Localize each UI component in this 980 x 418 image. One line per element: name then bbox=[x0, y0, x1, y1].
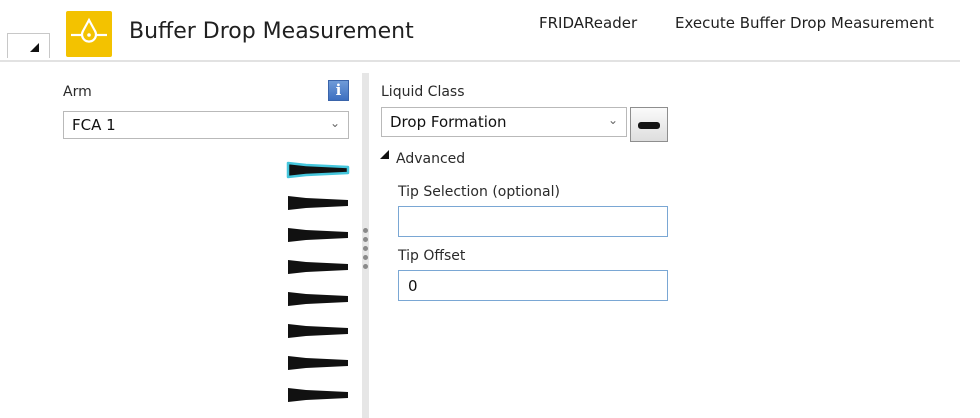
splitter-grip-dot bbox=[363, 255, 368, 260]
tip-1[interactable] bbox=[286, 160, 350, 180]
tip-3[interactable] bbox=[286, 225, 350, 245]
drop-measurement-icon bbox=[66, 11, 112, 57]
page-title: Buffer Drop Measurement bbox=[129, 19, 414, 44]
tip-8[interactable] bbox=[286, 385, 350, 405]
tip-selection-input[interactable] bbox=[398, 206, 668, 237]
collapse-triangle-icon bbox=[30, 43, 39, 52]
splitter-grip-dot bbox=[363, 228, 368, 233]
tip-6[interactable] bbox=[286, 321, 350, 341]
tip-7[interactable] bbox=[286, 353, 350, 373]
tip-offset-input[interactable] bbox=[398, 270, 668, 301]
advanced-label[interactable]: Advanced bbox=[396, 151, 465, 167]
chevron-down-icon: ⌄ bbox=[329, 116, 340, 130]
header-divider bbox=[0, 60, 960, 62]
advanced-expander-icon[interactable] bbox=[380, 150, 389, 159]
breadcrumb-execute-measurement[interactable]: Execute Buffer Drop Measurement bbox=[675, 14, 934, 32]
arm-select-value: FCA 1 bbox=[72, 116, 116, 134]
tip-icon bbox=[638, 122, 660, 129]
info-icon[interactable]: i bbox=[328, 80, 349, 101]
splitter-grip-dot bbox=[363, 264, 368, 269]
liquid-class-label: Liquid Class bbox=[381, 84, 465, 100]
tip-2[interactable] bbox=[286, 193, 350, 213]
liquid-class-editor-button[interactable] bbox=[630, 107, 668, 142]
liquid-class-select[interactable]: Drop Formation ⌄ bbox=[381, 107, 627, 137]
splitter-grip-dot bbox=[363, 246, 368, 251]
liquid-class-value: Drop Formation bbox=[390, 113, 507, 131]
tip-selection-label: Tip Selection (optional) bbox=[398, 184, 560, 200]
tip-offset-label: Tip Offset bbox=[398, 248, 466, 264]
arm-select[interactable]: FCA 1 ⌄ bbox=[63, 111, 349, 139]
chevron-down-icon: ⌄ bbox=[607, 113, 618, 127]
tip-4[interactable] bbox=[286, 257, 350, 277]
arm-label: Arm bbox=[63, 84, 92, 100]
tip-5[interactable] bbox=[286, 289, 350, 309]
breadcrumb-fridareader[interactable]: FRIDAReader bbox=[539, 14, 637, 32]
splitter-grip-dot bbox=[363, 237, 368, 242]
panel-collapse-tab[interactable] bbox=[7, 33, 50, 58]
